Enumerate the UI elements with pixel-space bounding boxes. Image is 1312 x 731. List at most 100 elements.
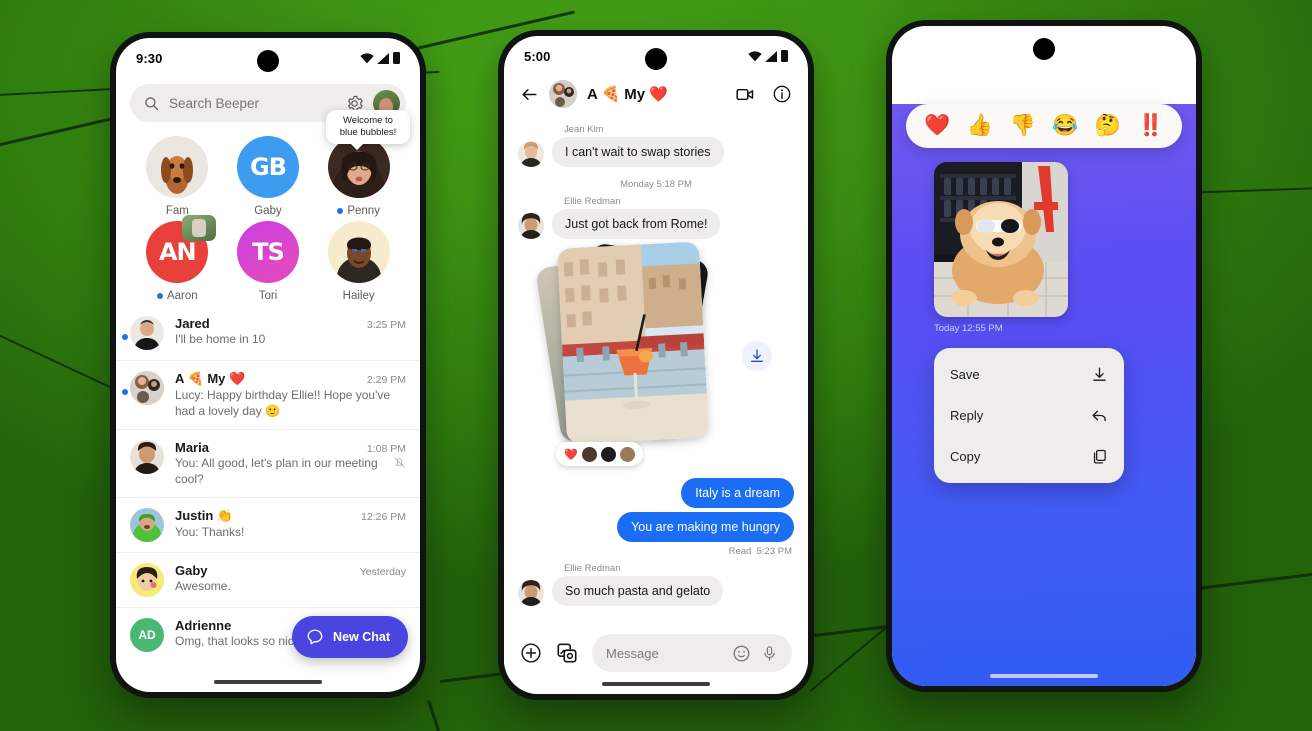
avatar-initials: GB	[249, 153, 287, 181]
chat-list-item[interactable]: Jared 3:25 PM I'll be home in 10	[116, 306, 420, 361]
pinned-label: Gaby	[254, 205, 282, 217]
home-indicator[interactable]	[602, 682, 710, 686]
phone-3-message-actions: 9:30 ❤️ 👍 👎 😂 🤔 ‼️ Today 12:55 PM Save R…	[886, 20, 1202, 692]
pinned-label: Tori	[258, 290, 278, 302]
video-camera-icon[interactable]	[735, 84, 756, 105]
battery-icon	[393, 52, 400, 64]
download-button[interactable]	[742, 341, 772, 371]
group-photo-badge	[182, 215, 217, 241]
message-incoming[interactable]: So much pasta and gelato	[518, 576, 794, 606]
status-icons	[748, 50, 788, 62]
context-menu-item-save[interactable]: Save	[934, 354, 1124, 395]
gaby-avatar	[130, 563, 164, 598]
pinned-chat-hailey[interactable]: Hailey	[313, 221, 404, 302]
pinned-chat-gaby[interactable]: GB Gaby	[223, 136, 314, 217]
avatar	[518, 213, 544, 239]
reaction-thumbs-down[interactable]: 👎	[1010, 114, 1036, 138]
message-input[interactable]: Message	[592, 634, 792, 672]
pinned-chat-aaron[interactable]: AN Aaron	[132, 215, 223, 302]
pinned-chat-penny[interactable]: Welcome to blue bubbles! Penny	[313, 110, 410, 217]
download-icon	[1093, 367, 1106, 381]
chat-list-item[interactable]: Maria 1:08 PM You: All good, let's plan …	[116, 430, 420, 499]
woman-photo-2	[327, 221, 390, 283]
reaction-thumbs-up[interactable]: 👍	[967, 114, 993, 138]
message-outgoing[interactable]: You are making me hungry	[617, 512, 794, 542]
message-sender: Ellie Redman	[564, 196, 621, 207]
unread-dot	[122, 334, 128, 340]
microphone-icon[interactable]	[761, 645, 778, 662]
image-picker-icon[interactable]	[556, 642, 578, 664]
reaction-heart[interactable]: ❤️	[924, 114, 950, 138]
chat-preview: You: All good, let's plan in our meeting…	[175, 456, 406, 487]
message-incoming[interactable]: Just got back from Rome!	[518, 209, 794, 239]
home-indicator[interactable]	[990, 674, 1098, 678]
justin-avatar	[130, 508, 164, 543]
chat-name: Maria	[175, 440, 209, 456]
info-icon[interactable]	[772, 84, 792, 104]
plus-circle-icon[interactable]	[520, 642, 542, 664]
chat-list-item[interactable]: Gaby Yesterday Awesome.	[116, 553, 420, 609]
wifi-icon	[1136, 40, 1150, 51]
pinned-chat-fam[interactable]: Fam	[132, 136, 223, 217]
avatar	[130, 316, 164, 350]
search-icon	[145, 96, 159, 110]
context-menu-item-copy[interactable]: Copy	[934, 436, 1124, 477]
pinned-chat-tori[interactable]: TS Tori	[223, 221, 314, 302]
chat-content: Justin 👏 12:26 PM You: Thanks!	[175, 508, 406, 541]
preview-text: I'll be home in 10	[175, 332, 266, 346]
status-bar: 5:00	[504, 36, 808, 76]
copy-icon	[1093, 449, 1106, 464]
reaction-laughing[interactable]: 😂	[1052, 114, 1078, 138]
menu-label: Save	[950, 367, 980, 382]
message-photo[interactable]	[934, 162, 1068, 317]
reaction-exclamation[interactable]: ‼️	[1138, 114, 1164, 138]
jared-avatar	[130, 316, 164, 350]
group-avatar[interactable]	[549, 80, 577, 108]
gear-icon[interactable]	[346, 95, 363, 112]
photo-attachment[interactable]: ❤️	[534, 241, 794, 466]
status-time: 9:30	[912, 38, 939, 54]
chat-time: Yesterday	[359, 566, 406, 579]
welcome-tooltip: Welcome to blue bubbles!	[325, 110, 410, 144]
read-receipt: Read 5:23 PM	[518, 546, 792, 557]
new-chat-button[interactable]: New Chat	[292, 616, 408, 658]
phone-3-screen: 9:30 ❤️ 👍 👎 😂 🤔 ‼️ Today 12:55 PM Save R…	[892, 26, 1196, 686]
home-indicator[interactable]	[214, 680, 322, 684]
battery-icon	[1169, 40, 1176, 52]
chat-content: Gaby Yesterday Awesome.	[175, 563, 406, 595]
status-icons	[1136, 40, 1176, 52]
message-outgoing[interactable]: Italy is a dream	[681, 478, 794, 508]
message-reaction-chip[interactable]: ❤️	[556, 442, 643, 466]
chat-time: 1:08 PM	[366, 443, 406, 456]
status-bar: 9:30	[892, 26, 1196, 66]
avatar	[130, 371, 164, 405]
chat-list-item[interactable]: Justin 👏 12:26 PM You: Thanks!	[116, 498, 420, 554]
emoji-icon[interactable]	[732, 644, 751, 663]
chat-name: Jared	[175, 316, 210, 331]
preview-text: You: Thanks!	[175, 525, 245, 540]
camera-punchhole-icon	[645, 48, 667, 70]
avatar	[146, 136, 209, 198]
dog-photo	[146, 136, 209, 198]
unread-dot	[337, 208, 344, 214]
preview-text: Lucy: Happy birthday Ellie!! Hope you've…	[175, 388, 391, 418]
read-time: 5:23 PM	[756, 546, 792, 557]
reactor-avatar-3	[619, 446, 635, 462]
back-arrow-icon[interactable]	[520, 85, 539, 104]
unread-dot	[156, 293, 163, 299]
avatar-initials: AN	[158, 238, 197, 266]
search-placeholder: Search Beeper	[169, 95, 260, 111]
message-incoming[interactable]: I can't wait to swap stories	[518, 137, 794, 167]
cellular-icon	[377, 52, 389, 64]
reaction-thinking[interactable]: 🤔	[1095, 114, 1121, 138]
conversation-title[interactable]: A 🍕 My ❤️	[587, 85, 668, 103]
unread-dot	[122, 389, 128, 395]
group-avatar	[130, 371, 164, 405]
mute-bell-icon	[394, 457, 405, 468]
label-text: Penny	[347, 205, 380, 217]
chat-list-item[interactable]: A 🍕 My ❤️ 2:29 PM Lucy: Happy birthday E…	[116, 361, 420, 431]
wifi-icon	[360, 52, 374, 63]
avatar-initials: AD	[138, 628, 156, 643]
avatar	[518, 141, 544, 167]
context-menu-item-reply[interactable]: Reply	[934, 395, 1124, 436]
